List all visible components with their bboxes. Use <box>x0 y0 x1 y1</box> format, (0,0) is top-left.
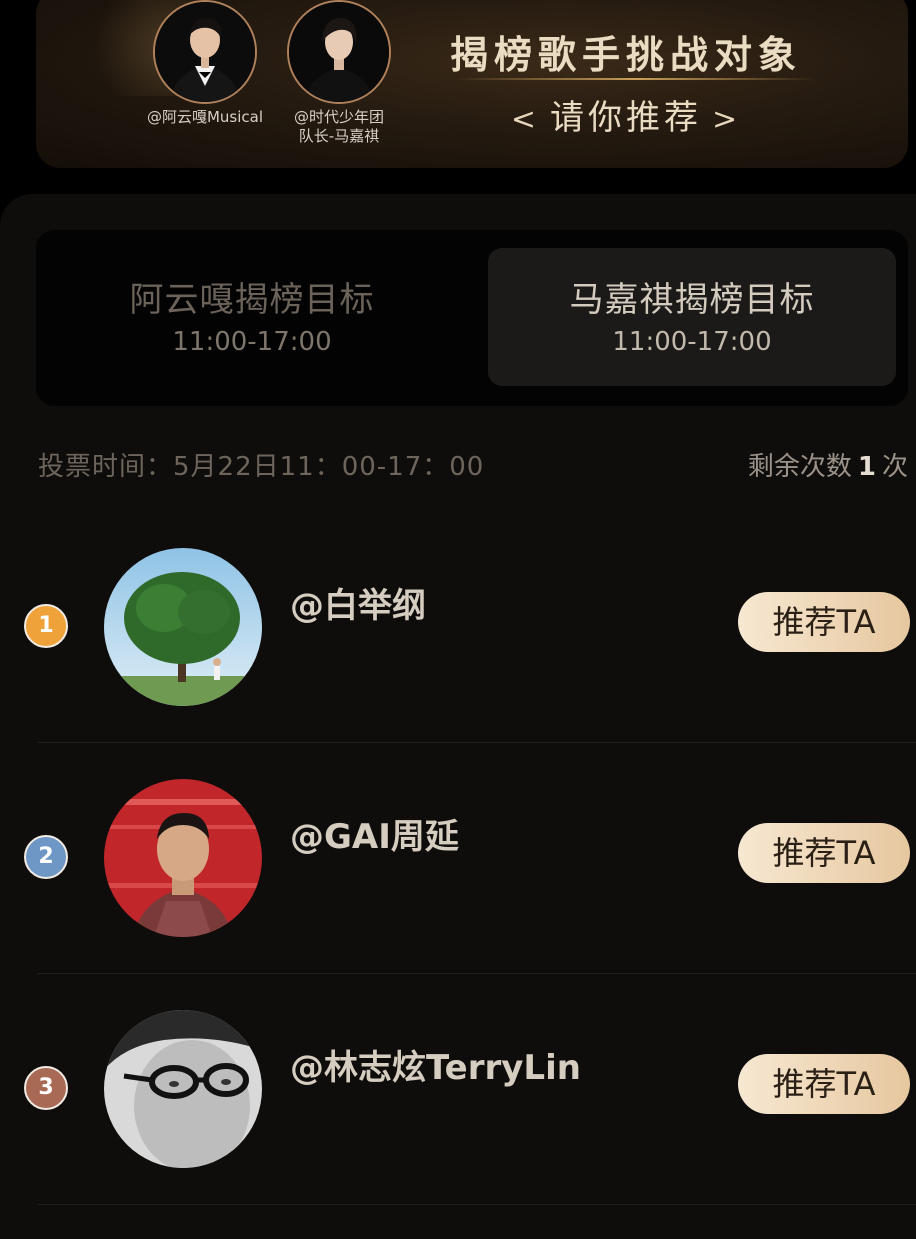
banner-subtitle-text: 请你推荐 <box>550 98 702 138</box>
target-tabs: 阿云嘎揭榜目标 11:00-17:00 马嘉祺揭榜目标 11:00-17:00 <box>36 230 908 406</box>
tab-majiaqi-target[interactable]: 马嘉祺揭榜目标 11:00-17:00 <box>488 248 896 386</box>
chevron-left-icon: < <box>510 102 540 137</box>
avatar <box>287 0 391 104</box>
recommend-button[interactable]: 推荐TA <box>738 823 910 883</box>
remaining-votes: 剩余次数 1 次 <box>748 446 908 483</box>
remaining-prefix: 剩余次数 <box>747 452 852 482</box>
chevron-right-icon: > <box>712 102 742 137</box>
vote-panel: 阿云嘎揭榜目标 11:00-17:00 马嘉祺揭榜目标 11:00-17:00 … <box>0 194 916 1239</box>
recommend-button[interactable]: 推荐TA <box>738 592 910 652</box>
avatar <box>153 0 257 104</box>
vote-time-label: 投票时间：5月22日11：00-17：00 <box>38 452 485 482</box>
candidate-handle: @白举纲 <box>290 586 426 626</box>
banner-divider <box>456 78 816 80</box>
avatar <box>104 548 262 706</box>
remaining-suffix: 次 <box>881 452 908 482</box>
list-item: 3 @林志炫TerryLin 推荐TA <box>0 974 916 1205</box>
list-item: 2 @GAI周延 推荐TA <box>0 743 916 974</box>
singer-tag-line: 队长-马嘉祺 <box>298 127 380 145</box>
list-item: 1 @白举纲 推荐TA <box>0 512 916 743</box>
candidate-handle: @GAI周延 <box>290 817 459 857</box>
divider <box>38 1204 916 1205</box>
tab-time: 11:00-17:00 <box>612 327 772 357</box>
tab-ayunga-target[interactable]: 阿云嘎揭榜目标 11:00-17:00 <box>48 248 456 386</box>
recommend-button[interactable]: 推荐TA <box>738 1054 910 1114</box>
tab-time: 11:00-17:00 <box>172 327 332 357</box>
remaining-count: 1 <box>857 452 876 482</box>
avatar <box>104 1010 262 1168</box>
singer-card-2[interactable]: @时代少年团 队长-马嘉祺 <box>264 0 414 146</box>
rank-badge: 1 <box>24 604 68 648</box>
singer-card-1[interactable]: @阿云嘎Musical <box>130 0 280 127</box>
page: @阿云嘎Musical @时代少年团 队长-马嘉祺 揭榜歌手挑战对象 < 请你推荐… <box>0 0 916 1239</box>
challenge-banner[interactable]: @阿云嘎Musical @时代少年团 队长-马嘉祺 揭榜歌手挑战对象 < 请你推荐… <box>36 0 908 168</box>
rank-badge: 3 <box>24 1066 68 1110</box>
banner-title: 揭榜歌手挑战对象 <box>449 32 802 77</box>
rank-badge: 2 <box>24 835 68 879</box>
singer-tag-line: @时代少年团 <box>293 108 384 126</box>
candidate-handle: @林志炫TerryLin <box>290 1048 581 1088</box>
singer-tag-line: @阿云嘎Musical <box>146 108 264 126</box>
tab-title: 马嘉祺揭榜目标 <box>569 280 815 320</box>
banner-subtitle: < 请你推荐 > <box>436 90 816 139</box>
avatar <box>104 779 262 937</box>
tab-title: 阿云嘎揭榜目标 <box>129 280 375 320</box>
